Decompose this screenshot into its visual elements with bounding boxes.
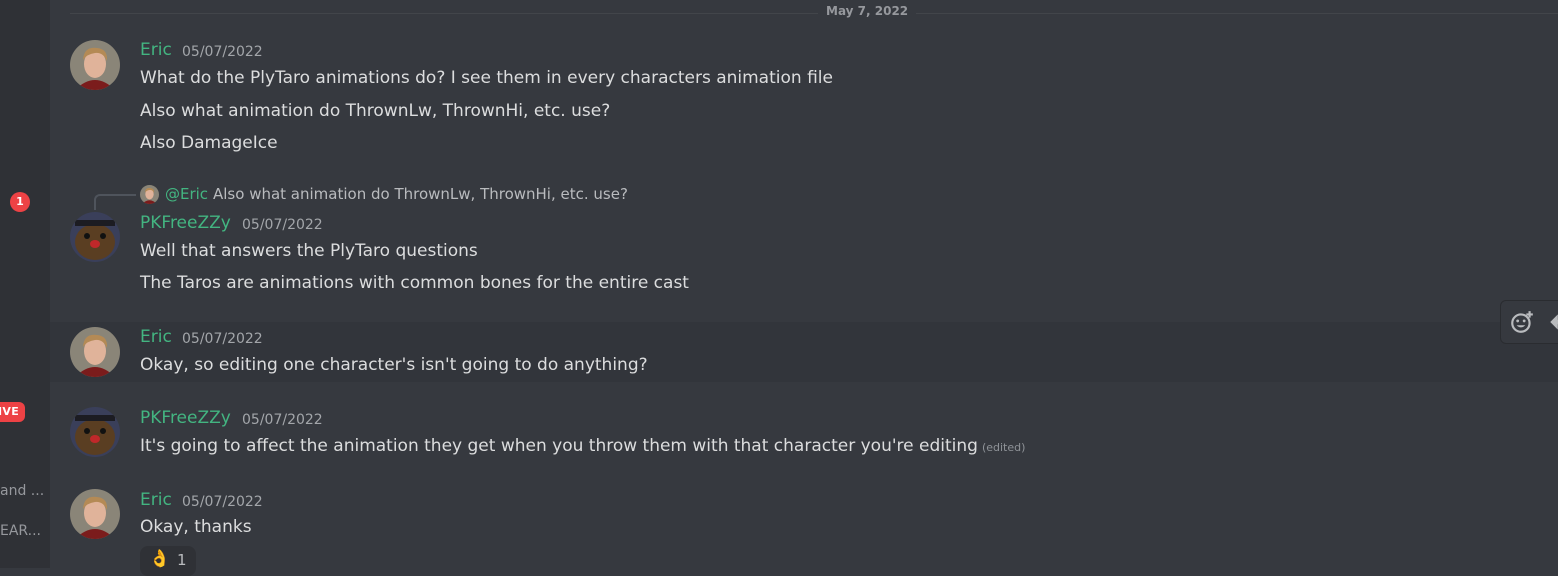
avatar[interactable] bbox=[70, 212, 120, 262]
avatar[interactable] bbox=[70, 40, 120, 90]
reply-icon[interactable] bbox=[1547, 309, 1558, 335]
avatar[interactable] bbox=[70, 327, 120, 377]
pkfreezzy-avatar-image bbox=[70, 212, 120, 262]
message-line: Okay, so editing one character's isn't g… bbox=[140, 355, 648, 375]
pkfreezzy-avatar-image bbox=[70, 407, 120, 457]
channel-sidebar: 1 IVE and ... EAR... bbox=[0, 0, 50, 568]
avatar[interactable] bbox=[70, 407, 120, 457]
eric-avatar-image bbox=[70, 327, 120, 377]
message-line: Also DamageIce bbox=[140, 133, 278, 153]
reply-mention[interactable]: @Eric bbox=[165, 185, 208, 203]
message-line: The Taros are animations with common bon… bbox=[140, 273, 689, 293]
message-line: It's going to affect the animation they … bbox=[140, 436, 1025, 456]
live-badge: IVE bbox=[0, 402, 26, 422]
edited-label: (edited) bbox=[981, 441, 1026, 454]
message-line: Okay, thanks bbox=[140, 517, 252, 537]
sidebar-item-1[interactable]: and ... bbox=[0, 483, 44, 499]
date-divider bbox=[70, 13, 1558, 14]
message-text: It's going to affect the animation they … bbox=[140, 436, 978, 456]
avatar[interactable] bbox=[70, 489, 120, 539]
message-toolbar bbox=[1500, 300, 1558, 344]
timestamp: 05/07/2022 bbox=[182, 44, 263, 60]
username[interactable]: PKFreeZZy bbox=[140, 213, 231, 233]
username[interactable]: Eric bbox=[140, 490, 172, 510]
reply-avatar[interactable] bbox=[140, 185, 159, 204]
username[interactable]: Eric bbox=[140, 327, 172, 347]
ok-hand-emoji-icon: 👌 bbox=[149, 549, 171, 569]
timestamp: 05/07/2022 bbox=[182, 331, 263, 347]
reaction-count: 1 bbox=[177, 551, 187, 569]
reply-preview-text[interactable]: Also what animation do ThrownLw, ThrownH… bbox=[213, 185, 628, 203]
timestamp: 05/07/2022 bbox=[242, 217, 323, 233]
unread-badge[interactable]: 1 bbox=[10, 192, 30, 212]
eric-avatar-image bbox=[70, 489, 120, 539]
message-line: Well that answers the PlyTaro questions bbox=[140, 241, 478, 261]
timestamp: 05/07/2022 bbox=[182, 494, 263, 510]
message-line: What do the PlyTaro animations do? I see… bbox=[140, 68, 833, 88]
reply-connector bbox=[94, 194, 136, 210]
username[interactable]: PKFreeZZy bbox=[140, 408, 231, 428]
message-line: Also what animation do ThrownLw, ThrownH… bbox=[140, 101, 611, 121]
timestamp: 05/07/2022 bbox=[242, 412, 323, 428]
username[interactable]: Eric bbox=[140, 40, 172, 60]
sidebar-item-2[interactable]: EAR... bbox=[0, 523, 41, 539]
add-reaction-icon[interactable] bbox=[1509, 309, 1535, 335]
eric-avatar-image bbox=[70, 40, 120, 90]
date-divider-label: May 7, 2022 bbox=[818, 4, 917, 18]
reaction-button[interactable]: 👌 1 bbox=[140, 546, 196, 576]
eric-avatar-image bbox=[140, 185, 159, 204]
